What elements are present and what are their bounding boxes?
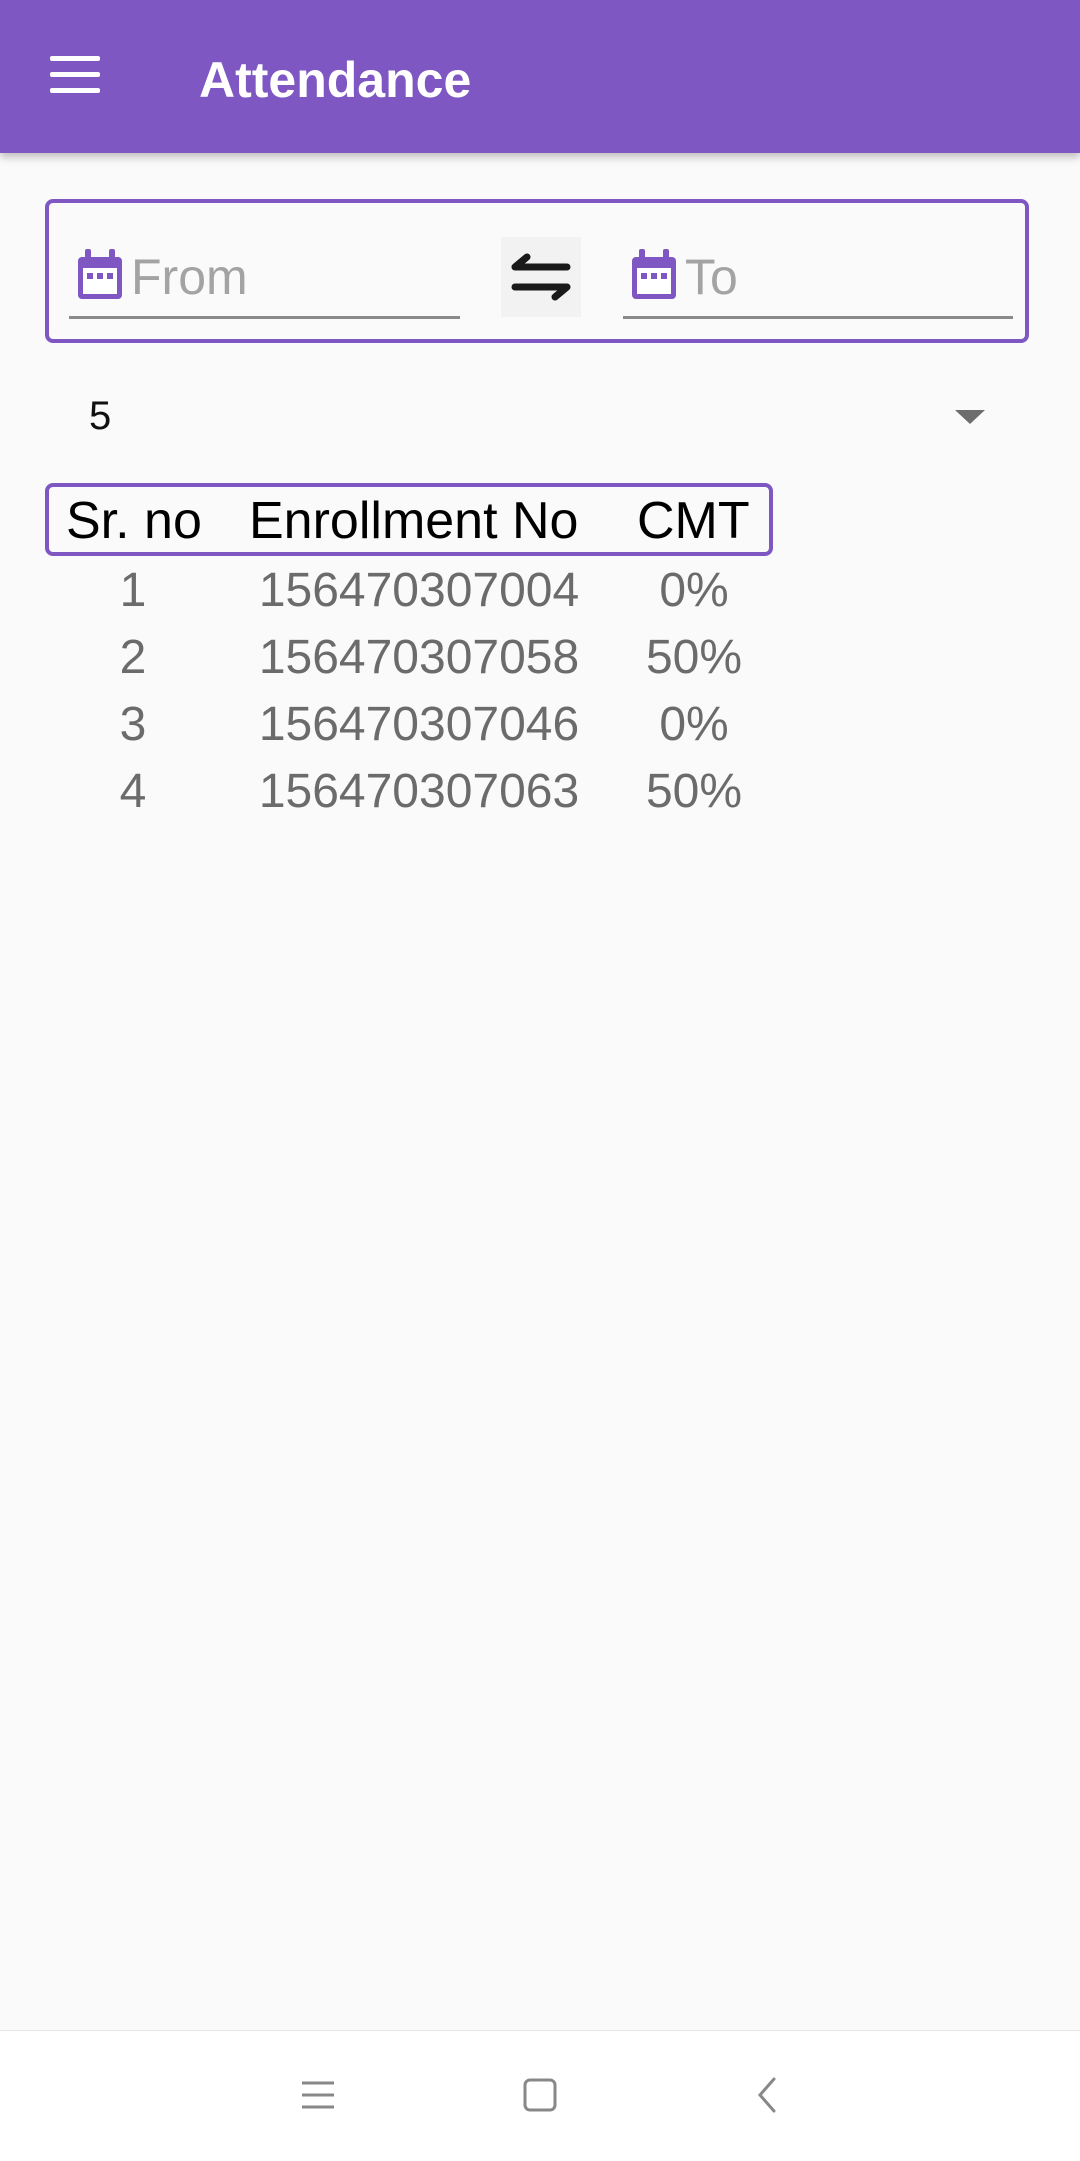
calendar-icon[interactable]	[629, 248, 679, 302]
cell-sr-no: 4	[119, 765, 147, 818]
cell-enrollment-no: 156470307063	[258, 765, 580, 818]
date-range-box	[45, 199, 1029, 343]
cell-sr-no: 2	[119, 631, 147, 684]
dropdown-arrow-icon[interactable]	[955, 410, 985, 424]
cell-enrollment-no: 156470307058	[258, 631, 580, 684]
cell-enrollment-no: 156470307004	[258, 564, 580, 617]
cell-cmt: 50%	[645, 631, 743, 684]
cell-sr-no: 3	[119, 698, 147, 751]
dropdown-selected-value: 5	[89, 394, 112, 438]
menu-icon[interactable]	[48, 56, 106, 96]
page-title: Attendance	[199, 52, 472, 108]
cell-sr-no: 1	[119, 564, 147, 617]
swap-horizontal-icon	[511, 253, 571, 301]
cell-cmt: 0%	[659, 698, 729, 751]
header-enrollment-no: Enrollment No	[249, 492, 579, 550]
recents-icon[interactable]	[288, 2065, 348, 2125]
app-bar: Attendance	[0, 0, 1080, 153]
count-dropdown[interactable]: 5	[45, 380, 1029, 460]
cell-cmt: 0%	[659, 564, 729, 617]
cell-enrollment-no: 156470307046	[258, 698, 580, 751]
cell-cmt: 50%	[645, 765, 743, 818]
back-icon[interactable]	[738, 2065, 798, 2125]
header-cmt: CMT	[637, 492, 750, 550]
to-date-field[interactable]	[623, 245, 1013, 319]
to-date-input[interactable]	[685, 245, 1005, 309]
swap-dates-button[interactable]	[501, 237, 581, 317]
table-header: Sr. no Enrollment No CMT	[45, 483, 773, 556]
calendar-icon[interactable]	[75, 248, 125, 302]
from-date-field[interactable]	[69, 245, 460, 319]
home-icon[interactable]	[510, 2065, 570, 2125]
system-nav-bar	[0, 2030, 1080, 2161]
from-date-input[interactable]	[131, 245, 451, 309]
header-sr-no: Sr. no	[66, 492, 202, 550]
